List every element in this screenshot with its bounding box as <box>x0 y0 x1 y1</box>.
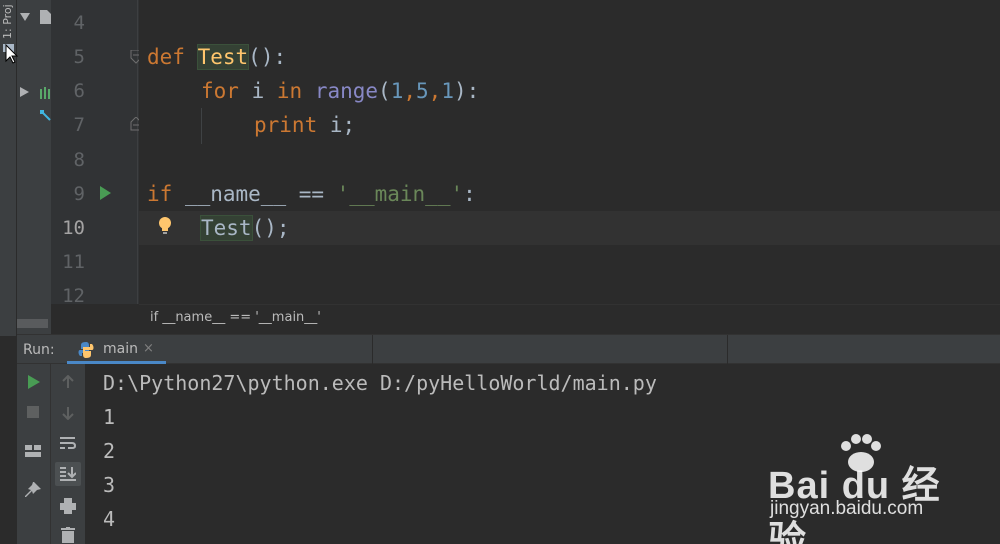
scroll-to-end-toggle[interactable] <box>55 462 81 486</box>
library-icon[interactable] <box>40 86 51 99</box>
tab-main[interactable]: main × <box>67 335 166 364</box>
python-icon <box>78 342 94 358</box>
trash-icon[interactable] <box>61 527 75 543</box>
code-line-10[interactable]: Test(); <box>200 211 290 245</box>
expand-arrow-icon[interactable] <box>20 12 30 22</box>
editor-gutter: 4 5 6 7 8 9 10 11 12 <box>51 0 142 307</box>
code-line-6[interactable]: for i in range(1,5,1): <box>201 74 479 108</box>
console-line: 3 <box>103 473 116 497</box>
run-toolbar-primary <box>17 364 51 544</box>
console-line: 2 <box>103 439 116 463</box>
console-line-command: D:\Python27\python.exe D:/pyHelloWorld/m… <box>103 371 657 395</box>
mouse-cursor-icon <box>5 44 19 64</box>
code-line-7[interactable]: print i; <box>254 108 355 142</box>
code-line-9[interactable]: if __name__ == '__main__': <box>147 177 476 211</box>
watermark-site: jingyan.baidu.com <box>770 498 924 519</box>
run-toolwindow-header: Run: main × <box>17 334 1000 364</box>
line-number-current: 10 <box>62 217 85 239</box>
line-number: 7 <box>73 114 85 136</box>
run-toolbar-secondary <box>51 364 85 544</box>
line-number: 4 <box>73 12 85 34</box>
line-number: 11 <box>62 251 85 273</box>
breadcrumb-item[interactable]: if __name__ == '__main__' <box>150 310 321 325</box>
console-line: 1 <box>103 405 116 429</box>
line-number: 12 <box>62 285 85 307</box>
run-gutter-icon[interactable] <box>99 186 111 200</box>
tab-close-button[interactable]: × <box>143 341 154 356</box>
project-tool-button[interactable]: 1: Proj <box>1 4 14 40</box>
project-panel <box>5 0 51 336</box>
print-icon[interactable] <box>60 498 76 514</box>
soft-wrap-icon[interactable] <box>60 436 76 450</box>
scroll-to-end-icon <box>60 467 76 481</box>
indent-guide <box>201 108 202 144</box>
lightbulb-icon[interactable] <box>158 216 172 236</box>
down-arrow-icon[interactable] <box>61 406 75 420</box>
code-editor[interactable]: def Test(): for i in range(1,5,1): print… <box>139 0 1000 304</box>
line-number: 9 <box>73 183 85 205</box>
collapse-arrow-icon[interactable] <box>20 87 29 97</box>
tab-label: main <box>103 341 138 357</box>
baidu-watermark: Bai du 经验 jingyan.baidu.com <box>768 434 968 544</box>
pin-icon[interactable] <box>25 482 41 498</box>
rerun-icon[interactable] <box>27 375 41 389</box>
scratch-icon[interactable] <box>40 110 51 123</box>
stop-icon[interactable] <box>27 406 39 418</box>
file-icon[interactable] <box>40 10 51 24</box>
line-number: 5 <box>73 46 85 68</box>
code-line-5[interactable]: def Test(): <box>147 40 286 74</box>
breadcrumb[interactable]: if __name__ == '__main__' <box>139 304 1000 332</box>
run-label: Run: <box>23 342 55 358</box>
line-number: 6 <box>73 80 85 102</box>
console-line: 4 <box>103 507 116 531</box>
restore-layout-icon[interactable] <box>25 444 41 458</box>
line-number: 8 <box>73 149 85 171</box>
project-scrollbar[interactable] <box>17 319 48 328</box>
up-arrow-icon[interactable] <box>61 375 75 389</box>
